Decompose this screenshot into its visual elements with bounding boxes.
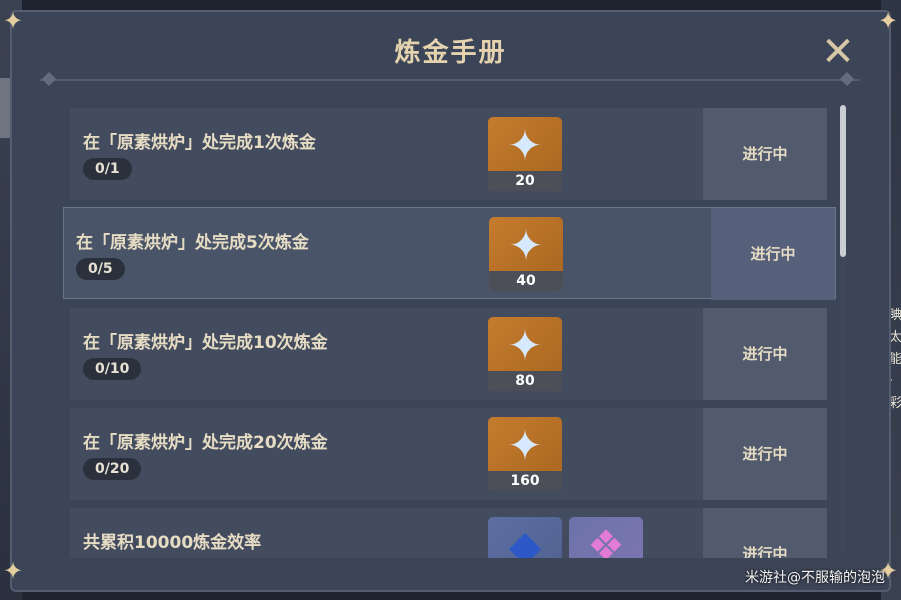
reward-slot[interactable]: ✦ 160	[488, 417, 562, 491]
task-list[interactable]: 在「原素烘炉」处完成1次炼金 0/1 ✦ 20 进行中 在「原素烘炉」处完成5次…	[60, 100, 840, 558]
reward-slot[interactable]: ✦ 80	[488, 317, 562, 391]
task-title: 共累积10000炼金效率	[83, 533, 262, 553]
corner-ornament-icon: ✦	[2, 7, 24, 35]
reward-count: 20	[488, 171, 562, 191]
close-x-icon[interactable]: ✕	[818, 32, 858, 72]
task-title: 在「原素烘炉」处完成10次炼金	[83, 333, 328, 353]
primogem-icon: ✦	[507, 321, 543, 370]
reward-count: 160	[488, 471, 562, 491]
status-button[interactable]: 进行中	[703, 308, 827, 400]
corner-ornament-icon: ✦	[877, 7, 899, 35]
reward-slot[interactable]: ◆	[488, 517, 562, 558]
task-row[interactable]: 在「原素烘炉」处完成5次炼金 0/5 ✦ 40 进行中	[63, 207, 836, 300]
task-progress: 0/10	[83, 358, 142, 380]
title-divider	[40, 79, 860, 81]
reward-slot[interactable]: ❖	[569, 517, 643, 558]
task-title: 在「原素烘炉」处完成5次炼金	[76, 233, 309, 253]
status-button[interactable]: 进行中	[711, 208, 835, 300]
reward-count: 80	[488, 371, 562, 391]
task-row[interactable]: 共累积10000炼金效率 ◆ ❖ 进行中	[70, 508, 827, 558]
primogem-icon: ✦	[508, 221, 544, 270]
task-progress: 0/1	[83, 158, 132, 180]
primogem-icon: ✦	[507, 121, 543, 170]
task-row[interactable]: 在「原素烘炉」处完成1次炼金 0/1 ✦ 20 进行中	[70, 108, 827, 200]
task-row[interactable]: 在「原素烘炉」处完成10次炼金 0/10 ✦ 80 进行中	[70, 308, 827, 400]
task-row[interactable]: 在「原素烘炉」处完成20次炼金 0/20 ✦ 160 进行中	[70, 408, 827, 500]
status-button[interactable]: 进行中	[703, 508, 827, 558]
blue-crystal-icon: ◆	[508, 521, 542, 559]
task-progress: 0/20	[83, 458, 142, 480]
dialog-title: 炼金手册	[394, 38, 507, 68]
pink-crystal-icon: ❖	[587, 521, 625, 559]
reward-count: 40	[489, 271, 563, 291]
task-title: 在「原素烘炉」处完成1次炼金	[83, 133, 316, 153]
reward-slot[interactable]: ✦ 40	[489, 217, 563, 291]
watermark: 米游社@不服输的泡泡	[745, 570, 885, 586]
task-title: 在「原素烘炉」处完成20次炼金	[83, 433, 328, 453]
status-button[interactable]: 进行中	[703, 108, 827, 200]
status-button[interactable]: 进行中	[703, 408, 827, 500]
primogem-icon: ✦	[507, 421, 543, 470]
scrollbar-thumb[interactable]	[840, 105, 846, 257]
reward-slot[interactable]: ✦ 20	[488, 117, 562, 191]
task-progress: 0/5	[76, 258, 125, 280]
corner-ornament-icon: ✦	[2, 557, 24, 585]
